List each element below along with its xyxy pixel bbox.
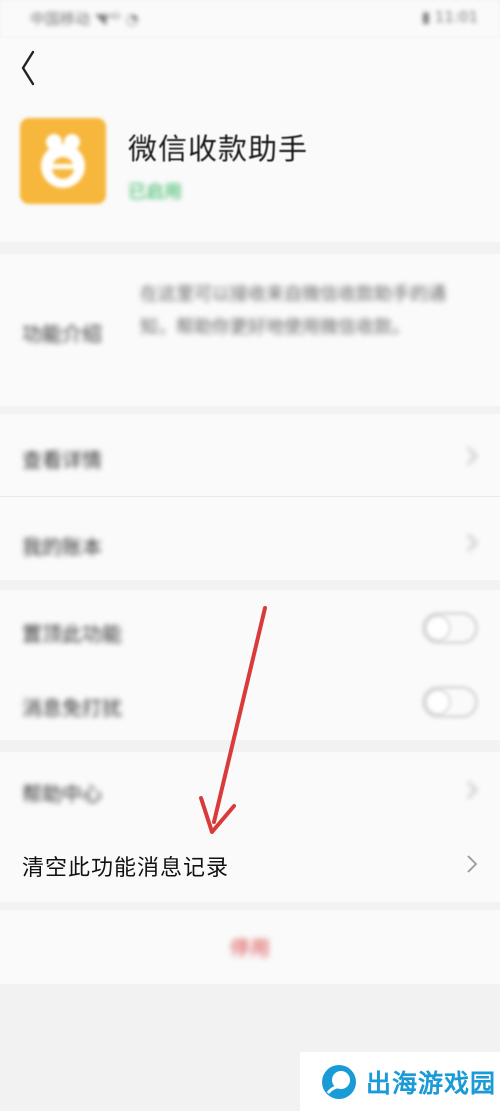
- watermark: 出海游戏园: [300, 1052, 500, 1111]
- payment-assistant-icon: [41, 134, 85, 188]
- menu-item-ledger[interactable]: 我的账本: [0, 496, 500, 580]
- watermark-logo-icon: [322, 1064, 356, 1099]
- stop-button-label: 停用: [230, 936, 270, 960]
- status-bar: 中国移动 ◥ᴴᴰ ◔ ▮ 11:01: [0, 0, 500, 38]
- chevron-left-icon: [21, 50, 35, 86]
- intro-label: 功能介绍: [22, 322, 102, 346]
- menu-item-label: 我的账本: [22, 535, 102, 559]
- pin-function-row: 置顶此功能: [0, 590, 500, 666]
- chevron-right-icon: [467, 781, 478, 799]
- menu-item-label: 帮助中心: [22, 782, 102, 806]
- toggle-knob: [427, 617, 449, 639]
- stop-button[interactable]: 停用: [0, 910, 500, 984]
- chevron-right-icon: [467, 534, 478, 552]
- app-title: 微信收款助手: [128, 132, 309, 166]
- menu-item-label: 查看详情: [22, 448, 102, 472]
- do-not-disturb-toggle[interactable]: [422, 686, 478, 718]
- app-icon: [20, 118, 106, 204]
- chevron-right-icon: [467, 447, 478, 465]
- pin-toggle[interactable]: [422, 612, 478, 644]
- menu-group-2: 帮助中心 清空此功能消息记录: [0, 752, 500, 902]
- battery-time: ▮ 11:01: [421, 8, 478, 26]
- status-badge: 已启用: [128, 182, 182, 203]
- toggle-group: 置顶此功能 消息免打扰: [0, 590, 500, 740]
- menu-item-clear-history[interactable]: 清空此功能消息记录: [0, 826, 500, 902]
- menu-item-details[interactable]: 查看详情: [0, 414, 500, 496]
- clear-history-label: 清空此功能消息记录: [22, 856, 230, 881]
- do-not-disturb-row: 消息免打扰: [0, 666, 500, 740]
- back-button[interactable]: [8, 46, 50, 90]
- chevron-right-icon: [467, 855, 478, 873]
- menu-item-help-center[interactable]: 帮助中心: [0, 752, 500, 826]
- top-nav: [0, 38, 500, 104]
- toggle-knob: [427, 691, 449, 713]
- watermark-text: 出海游戏园: [366, 1068, 497, 1098]
- carrier-info: 中国移动 ◥ᴴᴰ ◔: [30, 10, 139, 28]
- app-header: 微信收款助手 已启用: [0, 104, 500, 242]
- intro-section: 功能介绍 在这里可以接收来自微信收款助手的通知，帮助你更好地使用微信收款。: [0, 254, 500, 406]
- menu-group-1: 查看详情 我的账本: [0, 414, 500, 580]
- toggle-label: 消息免打扰: [22, 696, 122, 720]
- toggle-label: 置顶此功能: [22, 622, 122, 646]
- intro-description: 在这里可以接收来自微信收款助手的通知，帮助你更好地使用微信收款。: [140, 284, 446, 338]
